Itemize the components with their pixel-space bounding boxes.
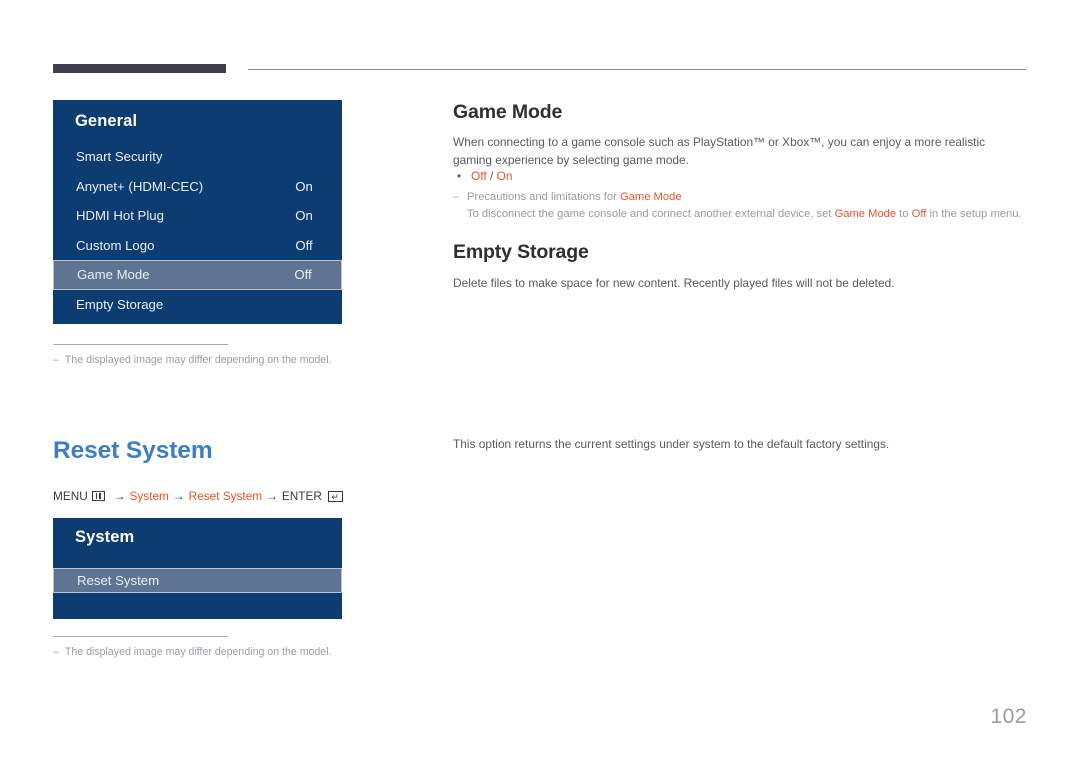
footnote-bottom-line: – The displayed image may differ dependin…: [53, 646, 332, 658]
osd-row-custom-logo[interactable]: Custom Logo Off: [53, 231, 342, 261]
osd-row-label: Custom Logo: [76, 237, 155, 253]
header-accent-bar: [53, 64, 226, 73]
note-line: ‒ Precautions and limitations for Game M…: [453, 189, 1026, 206]
breadcrumb-arrow: →: [266, 489, 278, 503]
osd-row-value: On: [295, 178, 313, 194]
enter-key-icon: ↵: [327, 490, 343, 502]
option-on: On: [496, 169, 513, 183]
note-term-off: Off: [911, 207, 927, 220]
breadcrumb-step-system[interactable]: System: [130, 489, 169, 503]
note-lead: Precautions and limitations for: [467, 191, 620, 203]
breadcrumb-arrow: →: [113, 489, 126, 503]
osd-row-label: Anynet+ (HDMI-CEC): [76, 178, 204, 194]
note-sub-b: to: [896, 207, 912, 220]
osd-row-label: HDMI Hot Plug: [76, 208, 164, 224]
reset-system-paragraph: This option returns the current settings…: [453, 437, 890, 451]
section-heading-game-mode: Game Mode: [453, 101, 563, 123]
reset-system-description: This option returns the current settings…: [453, 436, 1026, 454]
footnote-top: – The displayed image may differ dependin…: [53, 344, 332, 366]
osd-row-game-mode[interactable]: Game Mode Off: [53, 260, 342, 290]
option-off: Off: [471, 169, 487, 183]
note-dash-icon: ‒: [453, 191, 460, 203]
page-title-reset-system: Reset System: [53, 437, 213, 464]
game-mode-option-values: Off / On: [471, 168, 512, 185]
breadcrumb-step-reset-system[interactable]: Reset System: [189, 489, 262, 503]
option-separator: /: [486, 169, 497, 183]
footnote-dash: –: [53, 646, 59, 658]
osd-row-value: Off: [295, 237, 313, 253]
note-subline: To disconnect the game console and conne…: [453, 206, 1026, 223]
breadcrumb: MENU → System → Reset System → ENTER ↵: [53, 489, 343, 503]
bullet-dot-icon: •: [457, 169, 462, 183]
footnote-text: The displayed image may differ depending…: [64, 646, 332, 658]
osd-row-smart-security[interactable]: Smart Security: [53, 142, 342, 172]
footnote-bottom-rule: [53, 636, 228, 637]
breadcrumb-enter-label: ENTER: [281, 489, 322, 503]
footnote-text: The displayed image may differ depending…: [64, 354, 332, 366]
section-game-mode: Game Mode: [453, 101, 1026, 124]
empty-storage-description: Delete files to make space for new conte…: [453, 275, 1026, 293]
game-mode-description: When connecting to a game console such a…: [453, 134, 1026, 169]
osd-row-value: Off: [294, 267, 312, 283]
game-mode-options: • Off / On: [453, 168, 1026, 185]
footnote-bottom: – The displayed image may differ dependin…: [53, 636, 332, 658]
osd-row-hdmi-hot-plug[interactable]: HDMI Hot Plug On: [53, 201, 342, 231]
osd-panel-system: System Reset System: [53, 518, 342, 619]
menu-grid-icon: [91, 491, 105, 501]
osd-panel-general-title: General: [75, 112, 138, 130]
note-sub-c: in the setup menu.: [926, 207, 1022, 220]
header-divider-rule: [248, 69, 1026, 70]
footnote-top-rule: [53, 344, 228, 345]
osd-row-reset-system[interactable]: Reset System: [53, 568, 342, 593]
game-mode-note: ‒ Precautions and limitations for Game M…: [453, 189, 1026, 222]
note-term-game-mode: Game Mode: [834, 207, 897, 220]
list-item: • Off / On: [453, 168, 1026, 185]
breadcrumb-arrow: →: [172, 489, 185, 503]
game-mode-paragraph: When connecting to a game console such a…: [453, 135, 986, 167]
osd-panel-system-title: System: [75, 528, 135, 546]
empty-storage-paragraph: Delete files to make space for new conte…: [453, 276, 895, 290]
section-heading-empty-storage: Empty Storage: [453, 241, 589, 263]
osd-row-anynet-hdmi-cec[interactable]: Anynet+ (HDMI-CEC) On: [53, 172, 342, 202]
page-number: 102: [990, 705, 1027, 728]
section-empty-storage: Empty Storage: [453, 241, 1026, 264]
osd-row-label: Smart Security: [76, 149, 163, 165]
note-text: Precautions and limitations for Game Mod…: [467, 189, 682, 206]
osd-panel-general: General Smart Security Anynet+ (HDMI-CEC…: [53, 100, 342, 324]
breadcrumb-menu-label: MENU: [53, 489, 88, 503]
footnote-dash: –: [53, 354, 59, 366]
osd-row-value: On: [295, 208, 313, 224]
note-sub-a: To disconnect the game console and conne…: [467, 207, 835, 220]
osd-row-label: Empty Storage: [76, 296, 164, 312]
note-term-game-mode: Game Mode: [619, 191, 682, 203]
osd-panel-general-rows: Smart Security Anynet+ (HDMI-CEC) On HDM…: [53, 142, 342, 319]
osd-row-label: Game Mode: [77, 267, 150, 283]
osd-row-label: Reset System: [77, 573, 160, 588]
footnote-top-line: – The displayed image may differ dependin…: [53, 354, 332, 366]
osd-row-empty-storage[interactable]: Empty Storage: [53, 290, 342, 320]
osd-panel-system-rows: Reset System: [53, 568, 342, 618]
osd-row-empty[interactable]: [53, 593, 342, 618]
